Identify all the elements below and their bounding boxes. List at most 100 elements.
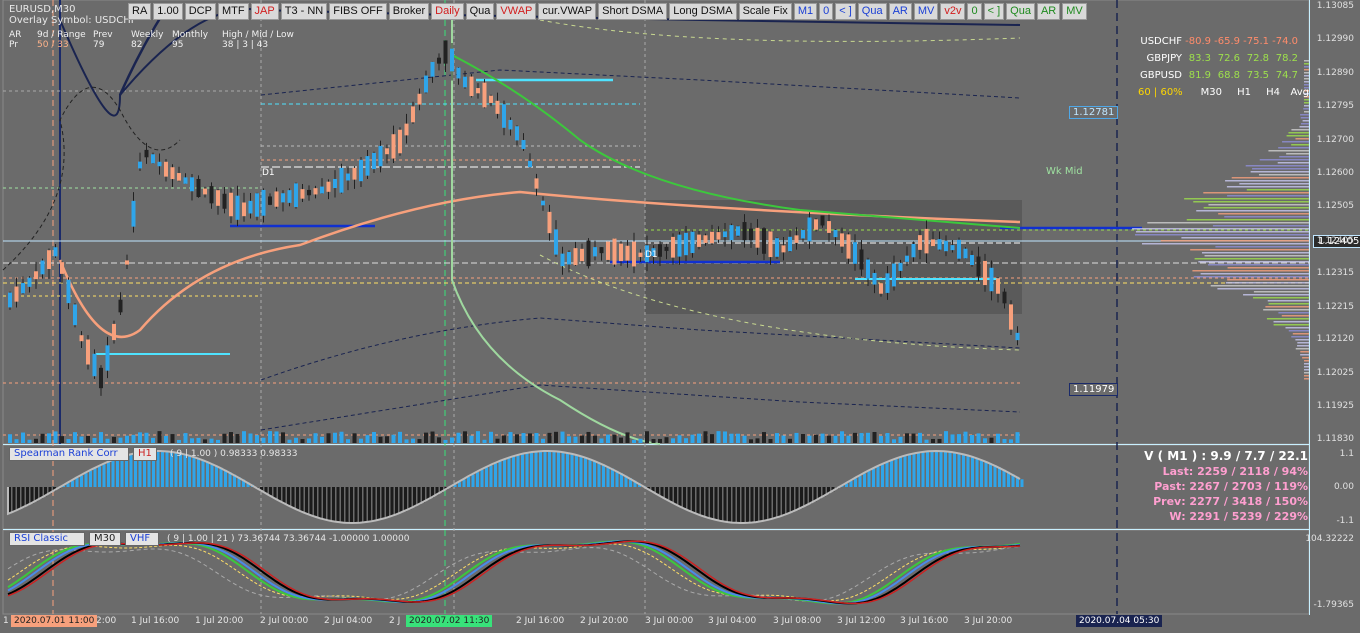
volume-profile-bar — [1204, 255, 1309, 257]
volume-bar — [1009, 439, 1013, 443]
candle — [86, 339, 90, 365]
toolbar-button[interactable]: MV — [913, 3, 939, 20]
toolbar-button[interactable]: v2v — [940, 3, 966, 20]
volume-profile-bar — [1215, 246, 1309, 248]
volume-profile-bar — [1277, 162, 1309, 164]
toolbar-button[interactable]: Qua — [1006, 3, 1035, 20]
volume-bar — [697, 433, 701, 443]
candle — [482, 82, 487, 108]
candle — [164, 161, 168, 177]
spearman-bar — [930, 451, 934, 487]
spearman-bar — [395, 487, 398, 515]
volume-bar — [736, 433, 740, 443]
candle — [118, 299, 123, 313]
toolbar-button[interactable]: Qua — [857, 3, 887, 20]
volume-profile-bar — [1160, 240, 1309, 242]
candle — [196, 178, 201, 198]
spearman-bar — [161, 451, 164, 487]
candle — [92, 353, 97, 377]
time-axis-label: 3 Jul 16:00 — [900, 616, 949, 626]
volume-profile-bar — [1225, 282, 1309, 284]
time-axis-label: 2 Jul 04:00 — [324, 616, 373, 626]
rsi-mode[interactable]: VHF — [125, 532, 159, 546]
spearman-bar — [570, 453, 574, 487]
rsi-timeframe[interactable]: M30 — [89, 532, 121, 546]
toolbar-button[interactable]: Daily — [431, 3, 464, 20]
spearman-bar — [345, 487, 349, 523]
candle — [365, 156, 370, 176]
volume-profile-bar — [1200, 273, 1309, 275]
candle — [437, 57, 441, 64]
toolbar-button[interactable]: VWAP — [496, 3, 537, 20]
volume-profile-bar — [1225, 180, 1309, 182]
toolbar-button[interactable]: MTF — [217, 3, 249, 20]
volume-bar — [723, 431, 727, 443]
candle — [502, 104, 506, 128]
candle — [333, 178, 337, 189]
toolbar-button[interactable]: 0 — [819, 3, 834, 20]
toolbar-button[interactable]: Long DSMA — [669, 3, 737, 20]
candle — [755, 227, 760, 248]
correlation-value: 72.6 — [1217, 53, 1240, 64]
toolbar-button[interactable]: T3 - NN — [280, 3, 328, 20]
volume-profile-bar — [1279, 156, 1309, 158]
volume-profile-bar — [1212, 225, 1309, 227]
toolbar-button[interactable]: < ] — [835, 3, 856, 20]
volume-profile-bar — [1245, 165, 1309, 167]
price-axis-label: 1.12215 — [1316, 302, 1354, 312]
stat-monthly-value: 95 — [172, 40, 184, 50]
spearman-bar — [696, 487, 700, 514]
spearman-bar — [557, 451, 560, 487]
volume-bar — [489, 431, 493, 443]
toolbar-button[interactable]: JAP — [250, 3, 279, 20]
candle — [105, 345, 110, 371]
correlation-value: -80.9 — [1185, 36, 1211, 47]
toolbar-button[interactable]: Short DSMA — [598, 3, 668, 20]
volume-profile-bar — [1194, 258, 1309, 260]
spearman-timeframe[interactable]: H1 — [133, 447, 157, 461]
correlation-value: 73.5 — [1246, 70, 1269, 81]
spearman-bar — [575, 454, 578, 487]
rsi-indicator-name[interactable]: RSI Classic — [9, 532, 85, 546]
toolbar-button[interactable]: 0 — [967, 3, 982, 20]
candle — [157, 161, 162, 167]
candle — [924, 228, 929, 254]
toolbar-button[interactable]: AR — [1036, 3, 1061, 20]
volume-profile-bar — [1267, 300, 1309, 302]
volume-bar — [677, 435, 682, 443]
spearman-bar — [188, 455, 191, 487]
volume-profile-bar — [1193, 276, 1309, 278]
toolbar-button[interactable]: AR — [888, 3, 912, 20]
correlation-value: 68.8 — [1217, 70, 1240, 81]
rsi-line — [7, 540, 1021, 605]
volume-profile-bar — [1141, 243, 1309, 245]
volume-bar — [775, 433, 779, 443]
toolbar-button[interactable]: MV — [1062, 3, 1087, 20]
correlation-row: GBPJPY 83.3 72.6 72.8 78.2 — [1138, 53, 1309, 70]
toolbar-button[interactable]: Scale Fix — [738, 3, 792, 20]
toolbar-button[interactable]: FIBS OFF — [329, 3, 387, 20]
toolbar-button[interactable]: Broker — [388, 3, 430, 20]
spearman-bar — [26, 487, 29, 506]
toolbar-button[interactable]: DCP — [184, 3, 216, 20]
candle — [606, 241, 610, 260]
volume-bar — [21, 432, 25, 443]
volume-profile-bar — [1295, 138, 1309, 140]
toolbar-button[interactable]: cur.VWAP — [538, 3, 597, 20]
spearman-bar — [300, 487, 304, 512]
price-axis-label: 1.12405 — [1316, 236, 1354, 246]
toolbar-button[interactable]: < ] — [983, 3, 1005, 20]
toolbar-button[interactable]: 1.00 — [153, 3, 183, 20]
spearman-bar — [993, 465, 997, 487]
spearman-bar — [309, 487, 313, 515]
envelope-line — [260, 317, 1021, 381]
candle — [911, 243, 916, 258]
toolbar-button[interactable]: RA — [128, 3, 152, 20]
candle — [983, 260, 987, 286]
spearman-indicator-name[interactable]: Spearman Rank Corr — [9, 447, 129, 461]
toolbar-button[interactable]: M1 — [793, 3, 818, 20]
volume-bar — [567, 436, 571, 443]
candle — [762, 228, 766, 254]
spearman-bar — [917, 452, 920, 487]
toolbar-button[interactable]: Qua — [465, 3, 495, 20]
